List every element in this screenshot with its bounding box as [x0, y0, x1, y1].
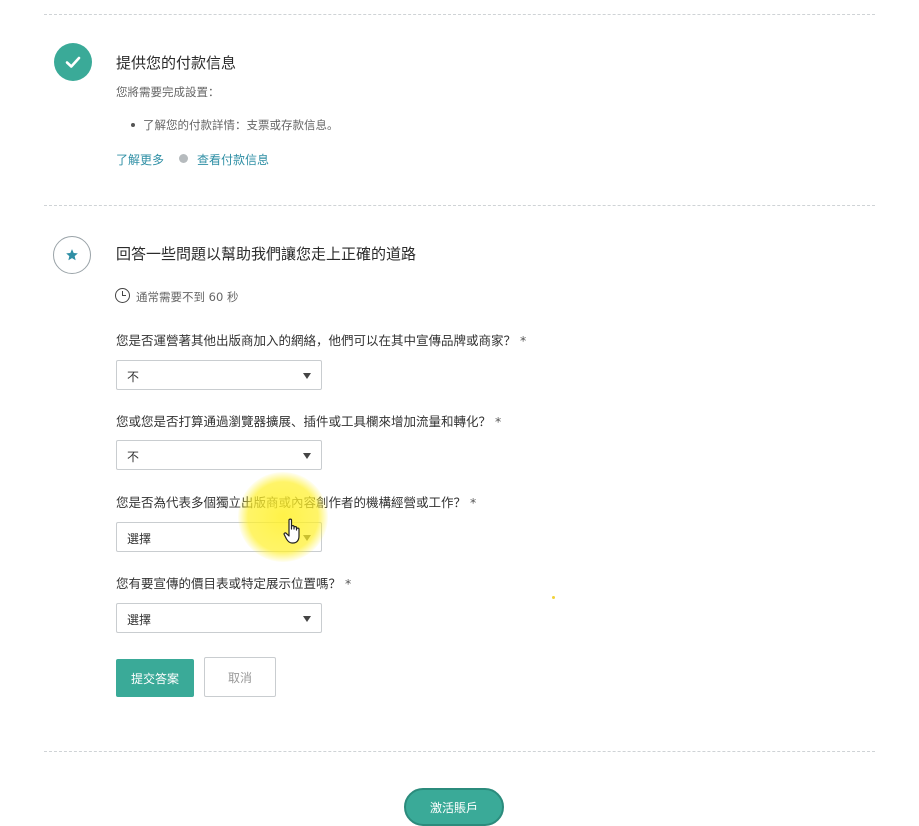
- bullet-dot: [131, 123, 135, 127]
- completed-check-icon: [54, 43, 92, 81]
- separator-dot: [179, 154, 188, 163]
- submit-answers-button[interactable]: 提交答案: [116, 659, 194, 697]
- top-divider: [44, 14, 875, 15]
- required-mark: *: [470, 495, 477, 510]
- question-4-text: 您有要宣傳的價目表或特定展示位置嗎？: [116, 576, 342, 591]
- dropdown-arrow-icon: [303, 373, 311, 379]
- bottom-divider: [44, 751, 875, 752]
- dropdown-arrow-icon: [303, 535, 311, 541]
- clock-icon: [115, 288, 130, 303]
- question-4-select[interactable]: 選擇: [116, 603, 322, 633]
- payment-bullet-text: 了解您的付款詳情：支票或存款信息。: [143, 118, 339, 132]
- middle-divider: [44, 205, 875, 206]
- question-1-label: 您是否運營著其他出版商加入的網絡，他們可以在其中宣傳品牌或商家？ *: [116, 330, 526, 349]
- question-3-text: 您是否為代表多個獨立出版商或內容創作者的機構經營或工作？: [116, 495, 467, 510]
- dropdown-arrow-icon: [303, 616, 311, 622]
- questions-section-title: 回答一些問題以幫助我們讓您走上正確的道路: [116, 245, 417, 263]
- required-mark: *: [345, 576, 352, 591]
- question-1-text: 您是否運營著其他出版商加入的網絡，他們可以在其中宣傳品牌或商家？: [116, 333, 517, 348]
- dropdown-arrow-icon: [303, 453, 311, 459]
- highlight-speck: [552, 596, 555, 599]
- question-2-value: 不: [127, 450, 140, 464]
- question-3-select[interactable]: 選擇: [116, 522, 322, 552]
- question-3-value: 選擇: [127, 532, 152, 546]
- question-4-value: 選擇: [127, 613, 152, 627]
- time-estimate: 通常需要不到 60 秒: [136, 290, 239, 304]
- question-3-label: 您是否為代表多個獨立出版商或內容創作者的機構經營或工作？ *: [116, 492, 476, 511]
- question-1-value: 不: [127, 370, 140, 384]
- question-2-text: 您或您是否打算通過瀏覽器擴展、插件或工具欄來增加流量和轉化？: [116, 414, 492, 429]
- star-icon: [53, 236, 91, 274]
- view-payment-info-link[interactable]: 查看付款信息: [197, 151, 269, 168]
- required-mark: *: [495, 414, 502, 429]
- question-1-select[interactable]: 不: [116, 360, 322, 390]
- required-mark: *: [520, 333, 527, 348]
- section-payment-subtitle: 您將需要完成設置：: [116, 85, 220, 99]
- cancel-button[interactable]: 取消: [204, 657, 276, 697]
- activate-account-button[interactable]: 激活賬戶: [404, 788, 504, 826]
- question-4-label: 您有要宣傳的價目表或特定展示位置嗎？ *: [116, 573, 351, 592]
- question-2-select[interactable]: 不: [116, 440, 322, 470]
- section-payment-title: 提供您的付款信息: [116, 54, 237, 72]
- question-2-label: 您或您是否打算通過瀏覽器擴展、插件或工具欄來增加流量和轉化？ *: [116, 411, 501, 430]
- learn-more-link[interactable]: 了解更多: [116, 151, 164, 168]
